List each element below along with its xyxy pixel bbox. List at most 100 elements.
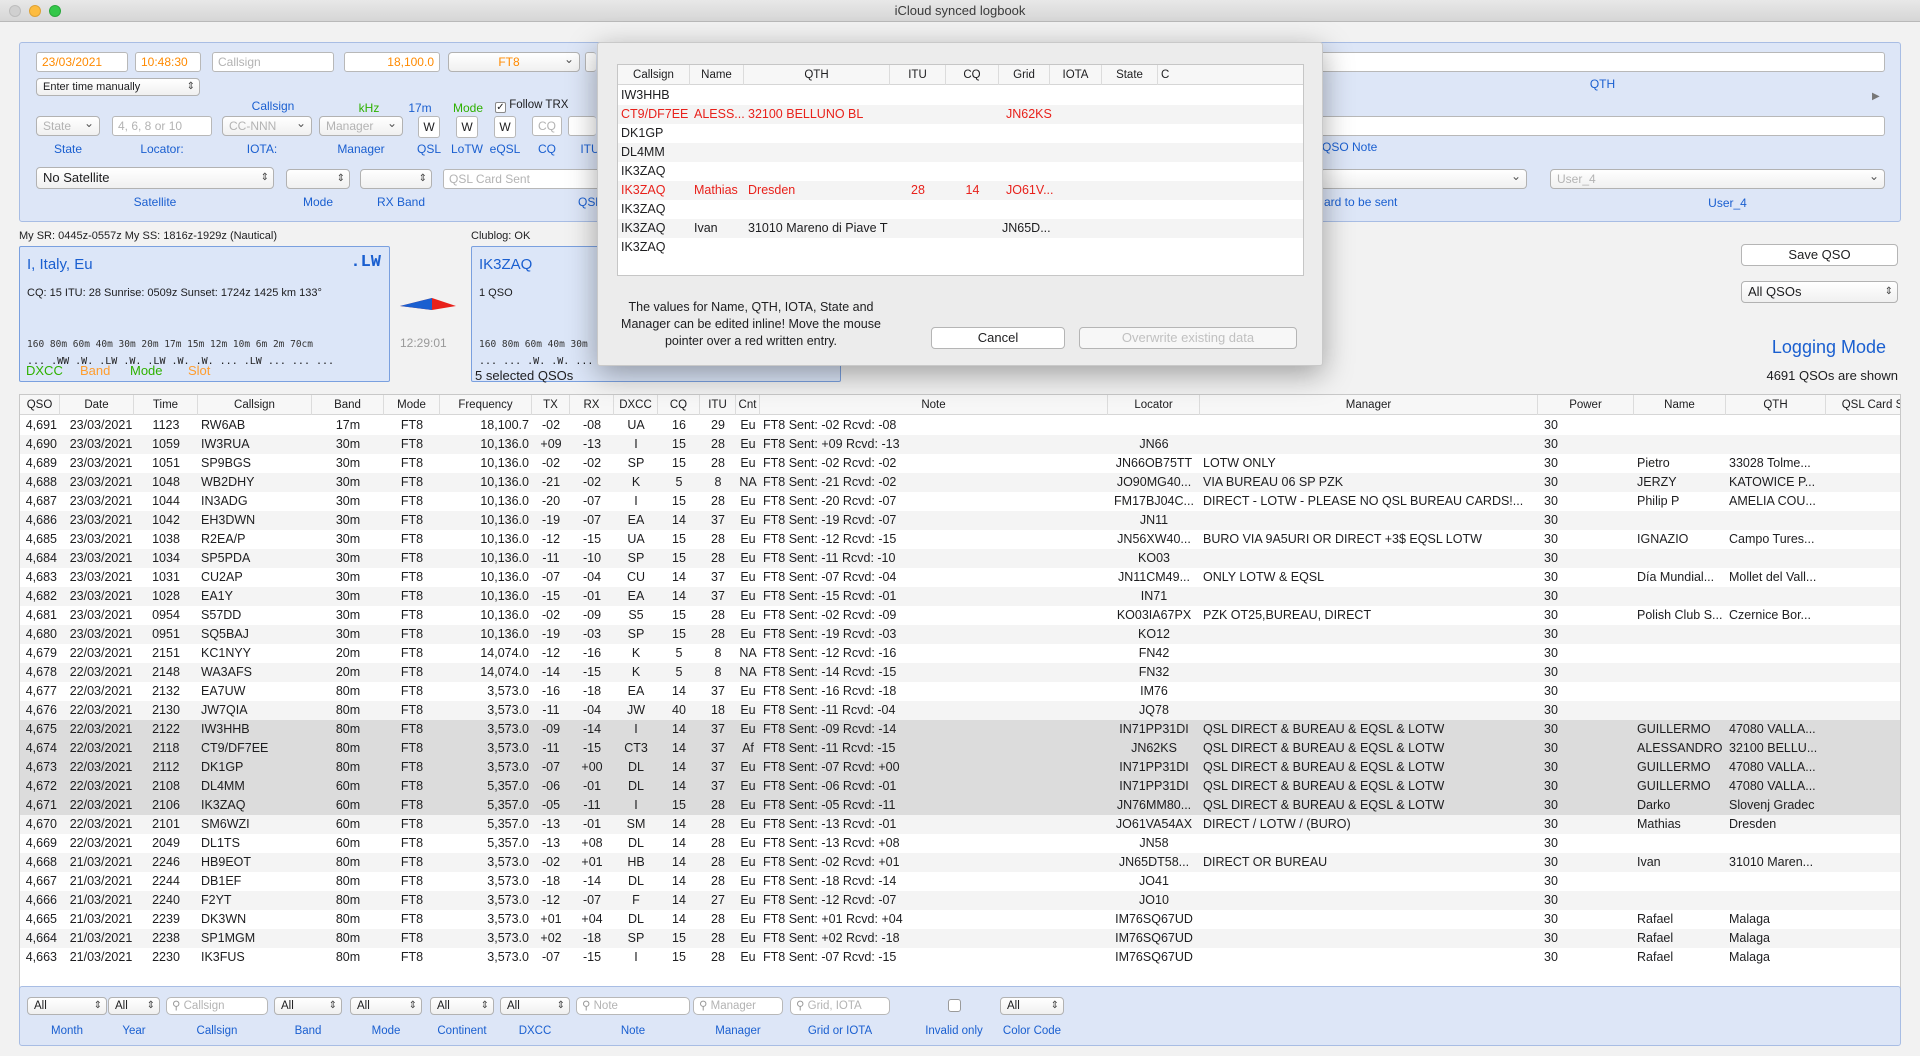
dialog-row[interactable]: DL4MM — [618, 143, 1303, 162]
table-row[interactable]: 4,668 21/03/2021 2246 HB9EOT 80m FT8 3,573.0 -0… — [20, 853, 1900, 872]
dialog-row[interactable]: IK3ZAQ — [618, 238, 1303, 257]
column-header[interactable]: Note — [760, 395, 1108, 415]
user4-select[interactable]: User_4 — [1550, 169, 1885, 189]
table-row[interactable]: 4,684 23/03/2021 1034 SP5PDA 30m FT8 10,136.0-… — [20, 549, 1900, 568]
table-row[interactable]: 4,690 23/03/2021 1059 IW3RUA 30m FT8 10,136.0 +… — [20, 435, 1900, 454]
table-row[interactable]: 4,667 21/03/2021 2244 DB1EF 80m FT8 3,573.0 -18… — [20, 872, 1900, 891]
time-mode-select[interactable]: Enter time manually — [36, 78, 200, 96]
eqsl-status-button[interactable]: W — [494, 116, 516, 138]
dialog-column-header[interactable]: Name — [690, 65, 744, 85]
table-row[interactable]: 4,674 22/03/2021 2118 CT9/DF7EE 80m FT8 3,573.… — [20, 739, 1900, 758]
column-header[interactable]: DXCC — [614, 395, 658, 415]
table-row[interactable]: 4,678 22/03/2021 2148 WA3AFS 20m FT8 14,074.0-… — [20, 663, 1900, 682]
table-row[interactable]: 4,665 21/03/2021 2239 DK3WN 80m FT8 3,573.0 +01… — [20, 910, 1900, 929]
dialog-row[interactable]: CT9/DF7EE ALESS... 32100 BELLUNO BL JN62KS — [618, 105, 1303, 124]
itu-field[interactable] — [568, 116, 596, 136]
dialog-table[interactable]: Callsign Name QTH ITU CQ Grid IOTA State C IW3HH… — [617, 64, 1304, 276]
column-header[interactable]: Name — [1634, 395, 1726, 415]
filter-select[interactable]: All — [500, 997, 570, 1015]
card-sent-select[interactable] — [1320, 169, 1527, 189]
filter-search-field[interactable]: ⚲ Callsign — [166, 997, 268, 1015]
table-row[interactable]: 4,671 22/03/2021 2106 IK3ZAQ 60m FT8 5,357.0 -0… — [20, 796, 1900, 815]
column-header[interactable]: Cnt — [736, 395, 760, 415]
dialog-column-header[interactable]: QTH — [744, 65, 890, 85]
table-row[interactable]: 4,673 22/03/2021 2112 DK1GP 80m FT8 3,573.0 -07… — [20, 758, 1900, 777]
filter-select[interactable]: All — [1000, 997, 1064, 1015]
table-row[interactable]: 4,687 23/03/2021 1044 IN3ADG 30m FT8 10,136.0-… — [20, 492, 1900, 511]
filter-slot[interactable]: Slot — [188, 363, 210, 378]
table-row[interactable]: 4,679 22/03/2021 2151 KC1NYY 20m FT8 14,074.0-… — [20, 644, 1900, 663]
filter-mode[interactable]: Mode — [130, 363, 163, 378]
table-row[interactable]: 4,686 23/03/2021 1042 EH3DWN 30m FT8 10,136.0-… — [20, 511, 1900, 530]
filter-search-field[interactable]: ⚲ Note — [576, 997, 690, 1015]
qso-log-table[interactable]: QSO Date Time Callsign Band Mode Frequency TX RX… — [19, 394, 1901, 991]
manager-select[interactable]: Manager — [319, 116, 403, 136]
dialog-column-header[interactable]: Grid — [999, 65, 1050, 85]
dialog-column-header[interactable]: Callsign — [618, 65, 690, 85]
qso-note-field[interactable] — [1320, 116, 1885, 136]
table-row[interactable]: 4,689 23/03/2021 1051 SP9BGS 30m FT8 10,136.0-… — [20, 454, 1900, 473]
column-header[interactable]: Frequency — [440, 395, 532, 415]
mode-select[interactable]: FT8 — [448, 52, 580, 72]
qso-view-select[interactable]: All QSOs — [1741, 281, 1898, 303]
filter-band[interactable]: Band — [80, 363, 110, 378]
dialog-column-header[interactable]: State — [1102, 65, 1158, 85]
table-row[interactable]: 4,688 23/03/2021 1048 WB2DHY 30m FT8 10,136.0-… — [20, 473, 1900, 492]
dialog-row[interactable]: IK3ZAQ — [618, 200, 1303, 219]
dialog-row[interactable]: IK3ZAQ — [618, 162, 1303, 181]
table-row[interactable]: 4,676 22/03/2021 2130 JW7QIA 80m FT8 3,573.0 -1… — [20, 701, 1900, 720]
table-row[interactable]: 4,685 23/03/2021 1038 R2EA/P 30m FT8 10,136.0-… — [20, 530, 1900, 549]
table-row[interactable]: 4,681 23/03/2021 0954 S57DD 30m FT8 10,136.0 -0… — [20, 606, 1900, 625]
dialog-column-header[interactable]: CQ — [946, 65, 999, 85]
column-header[interactable]: QSL Card S — [1826, 395, 1900, 415]
zoom-window-button[interactable] — [49, 5, 61, 17]
rx-band-select[interactable] — [360, 169, 432, 189]
column-header[interactable]: ITU — [700, 395, 736, 415]
table-row[interactable]: 4,663 21/03/2021 2230 IK3FUS 80m FT8 3,573.0 -0… — [20, 948, 1900, 967]
column-header[interactable]: Band — [312, 395, 384, 415]
table-row[interactable]: 4,666 21/03/2021 2240 F2YT 80m FT8 3,573.0 -12 -… — [20, 891, 1900, 910]
disclosure-triangle-icon[interactable]: ▶ — [1872, 91, 1880, 102]
lotw-status-button[interactable]: W — [456, 116, 478, 138]
filter-select[interactable]: All — [430, 997, 494, 1015]
column-header[interactable]: TX — [532, 395, 570, 415]
column-header[interactable]: Mode — [384, 395, 440, 415]
qth-field[interactable] — [1320, 52, 1885, 72]
column-header[interactable]: Callsign — [198, 395, 312, 415]
filter-select[interactable]: All — [274, 997, 342, 1015]
column-header[interactable]: Date — [60, 395, 134, 415]
filter-search-field[interactable]: ⚲ Grid, IOTA — [790, 997, 890, 1015]
table-row[interactable]: 4,675 22/03/2021 2122 IW3HHB 80m FT8 3,573.0 -0… — [20, 720, 1900, 739]
column-header[interactable]: Locator — [1108, 395, 1200, 415]
qsl-card-sent-field[interactable]: QSL Card Sent — [443, 169, 603, 189]
callsign-field[interactable]: Callsign — [212, 52, 334, 72]
column-header[interactable]: RX — [570, 395, 614, 415]
dialog-column-header[interactable]: IOTA — [1050, 65, 1102, 85]
state-select[interactable]: State — [36, 116, 100, 136]
overwrite-existing-data-button[interactable]: Overwrite existing data — [1079, 327, 1297, 349]
table-row[interactable]: 4,677 22/03/2021 2132 EA7UW 80m FT8 3,573.0 -16… — [20, 682, 1900, 701]
column-header[interactable]: Time — [134, 395, 198, 415]
dialog-row[interactable]: IK3ZAQ Mathias Dresden 28 14 JO61V... — [618, 181, 1303, 200]
table-row[interactable]: 4,691 23/03/2021 1123 RW6AB 17m FT8 18,100.7 -0… — [20, 416, 1900, 435]
column-header[interactable]: CQ — [658, 395, 700, 415]
dialog-column-header[interactable]: C — [1158, 65, 1303, 85]
dialog-row[interactable]: IW3HHB — [618, 86, 1303, 105]
invalid-only-checkbox[interactable] — [948, 999, 961, 1012]
iota-select[interactable]: CC-NNN — [222, 116, 312, 136]
save-qso-button[interactable]: Save QSO — [1741, 244, 1898, 266]
column-header[interactable]: Manager — [1200, 395, 1538, 415]
dialog-row[interactable]: DK1GP — [618, 124, 1303, 143]
table-row[interactable]: 4,669 22/03/2021 2049 DL1TS 60m FT8 5,357.0 -13… — [20, 834, 1900, 853]
satellite-select[interactable]: No Satellite — [36, 167, 274, 189]
date-field[interactable]: 23/03/2021 — [36, 52, 128, 72]
minimize-window-button[interactable] — [29, 5, 41, 17]
column-header[interactable]: QSO — [20, 395, 60, 415]
dialog-column-header[interactable]: ITU — [890, 65, 946, 85]
column-header[interactable]: QTH — [1726, 395, 1826, 415]
locator-field[interactable]: 4, 6, 8 or 10 — [112, 116, 212, 136]
table-row[interactable]: 4,664 21/03/2021 2238 SP1MGM 80m FT8 3,573.0 +0… — [20, 929, 1900, 948]
filter-search-field[interactable]: ⚲ Manager — [693, 997, 783, 1015]
satellite-mode-select[interactable] — [286, 169, 350, 189]
filter-dxcc[interactable]: DXCC — [26, 363, 63, 378]
